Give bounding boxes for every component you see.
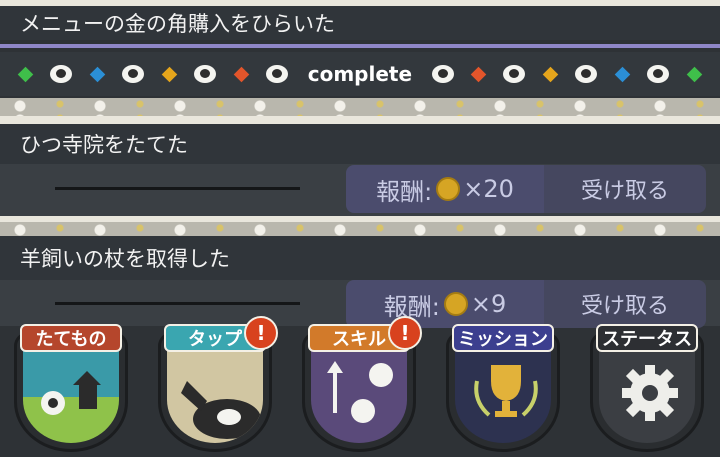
nav-label: たてもの (20, 324, 122, 352)
hand-sheep-icon (181, 381, 261, 439)
sheep-icon (122, 65, 145, 83)
background-pattern (0, 222, 720, 236)
status-icon (599, 341, 695, 443)
claim-button[interactable]: 受け取る (544, 165, 706, 213)
separator-line (0, 44, 720, 48)
complete-banner: complete (0, 52, 720, 96)
progress-bar (55, 187, 300, 190)
alert-badge-icon: ! (244, 316, 278, 350)
reward-info: 報酬: ×20 (346, 165, 544, 213)
diamond-red-icon (470, 66, 487, 82)
alert-badge-icon: ! (388, 316, 422, 350)
mission-row-complete[interactable]: メニューの金の角購入をひらいた complete (0, 6, 720, 102)
sheep-icon (266, 65, 289, 83)
sheep-icon (503, 65, 526, 83)
mission-title: ひつ寺院をたてた (0, 124, 720, 164)
diamond-yellow-icon (542, 66, 559, 82)
church-icon (41, 371, 101, 415)
nav-button-tap[interactable]: タップ ! (158, 316, 278, 452)
nav-button-skill[interactable]: スキル ! (302, 316, 422, 452)
mission-icon (455, 341, 551, 443)
reward-panel: 報酬: ×20 受け取る (346, 165, 706, 213)
mission-body: 報酬: ×20 受け取る (0, 164, 720, 216)
strip (0, 116, 720, 124)
progress-bar (55, 302, 300, 305)
sheep-icon (575, 65, 598, 83)
diamond-blue-icon (614, 66, 631, 82)
coin-icon (436, 177, 461, 201)
reward-amount: ×9 (470, 290, 507, 318)
diamond-green-icon (17, 66, 34, 82)
mission-title: 羊飼いの杖を取得した (0, 236, 720, 280)
nav-label: ステータス (596, 324, 698, 352)
tap-icon (167, 341, 263, 443)
nav-label: ミッション (452, 324, 554, 352)
complete-text: complete (307, 62, 413, 86)
diamond-yellow-icon (161, 66, 178, 82)
bottom-navigation: たてもの タップ ! スキル ! ミッション ステータス (0, 316, 720, 457)
diamond-blue-icon (89, 66, 106, 82)
coin-icon (443, 292, 468, 316)
sheep-icon (194, 65, 217, 83)
reward-amount: ×20 (463, 175, 514, 203)
reward-label: 報酬: (376, 177, 433, 206)
buildings-icon (23, 341, 119, 443)
diamond-green-icon (686, 66, 703, 82)
sheep-icon (647, 65, 670, 83)
gear-icon (622, 365, 678, 421)
trophy-icon (474, 365, 538, 417)
skill-arrow-sheep-icon (327, 361, 393, 423)
background-pattern (0, 98, 720, 116)
nav-button-buildings[interactable]: たてもの (14, 324, 128, 452)
diamond-red-icon (233, 66, 250, 82)
sheep-icon (50, 65, 73, 83)
nav-button-status[interactable]: ステータス (590, 324, 704, 452)
nav-button-mission[interactable]: ミッション (446, 324, 560, 452)
mission-row: ひつ寺院をたてた 報酬: ×20 受け取る (0, 124, 720, 216)
skill-icon (311, 341, 407, 443)
sheep-icon (431, 65, 454, 83)
mission-row: 羊飼いの杖を取得した 報酬: ×9 受け取る (0, 236, 720, 328)
mission-title: メニューの金の角購入をひらいた (0, 6, 720, 40)
